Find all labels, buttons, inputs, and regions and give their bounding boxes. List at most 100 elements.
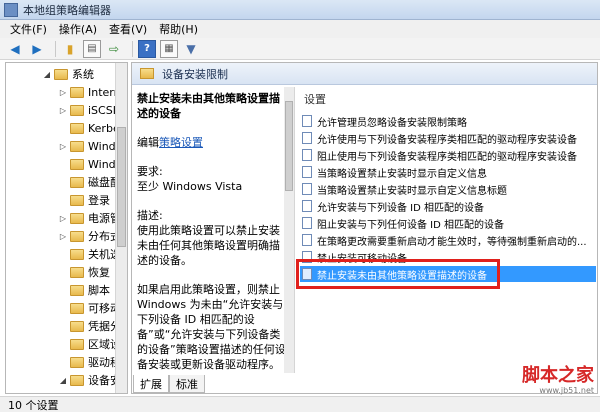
forward-icon[interactable]: ▶ — [28, 40, 46, 58]
folder-icon — [70, 122, 84, 134]
tree-item[interactable]: ▷ Intern — [58, 83, 121, 101]
requirements: 要求: 至少 Windows Vista — [137, 165, 243, 193]
list-item[interactable]: 阻止使用与下列设备安装程序类相匹配的驱动程序安装设备 — [300, 147, 596, 163]
expand-icon[interactable]: ◢ — [42, 70, 52, 79]
more-description: 如果启用此策略设置，则禁止 Windows 为未由“允许安装与下列设备 ID 相… — [137, 283, 286, 371]
status-text: 10 个设置 — [8, 398, 59, 412]
view-tabs: 扩展 标准 — [133, 375, 205, 393]
highlight-annotation — [296, 259, 500, 289]
folder-icon — [70, 356, 84, 368]
list-item[interactable]: 允许安装与下列设备 ID 相匹配的设备 — [300, 198, 596, 214]
tree-scrollbar[interactable] — [115, 63, 127, 393]
details-pane: 设备安装限制 禁止安装未由其他策略设置描述的设备 编辑策略设置 要求: 至少 Wi… — [131, 62, 598, 394]
folder-icon — [54, 68, 68, 80]
export-icon[interactable]: ⇨ — [105, 40, 123, 58]
list-item[interactable]: 阻止安装与下列任何设备 ID 相匹配的设备 — [300, 215, 596, 231]
toolbar-separator — [132, 40, 133, 57]
description: 描述: 使用此策略设置可以禁止安装未由任何其他策略设置明确描述的设备。 — [137, 209, 280, 267]
tree-item[interactable]: 可移动 — [58, 299, 121, 317]
tree-item[interactable]: Windo — [58, 155, 122, 173]
expand-icon[interactable]: ▷ — [58, 232, 68, 241]
folder-icon — [70, 338, 84, 350]
show-hide-tree-icon[interactable]: ▤ — [83, 39, 101, 58]
tree-item[interactable]: 恢复 — [58, 263, 110, 281]
tree-item[interactable]: Kerbe — [58, 119, 120, 137]
folder-icon — [70, 194, 84, 206]
tree-item[interactable]: ▷ Windo — [58, 137, 122, 155]
menu-help[interactable]: 帮助(H) — [153, 21, 204, 37]
description-scrollbar[interactable] — [284, 87, 294, 373]
policy-icon — [302, 132, 312, 144]
tree-item[interactable]: 磁盘配 — [58, 173, 121, 191]
folder-icon — [70, 86, 84, 98]
expand-icon[interactable]: ▷ — [58, 106, 68, 115]
toolbar: ◀ ▶ ▮ ▤ ⇨ ? ▦ ▼ — [0, 38, 600, 60]
folder-icon — [70, 158, 84, 170]
tree-item[interactable]: ◢ 系统 — [42, 65, 94, 83]
expand-icon[interactable]: ▷ — [58, 214, 68, 223]
app-icon — [4, 2, 18, 17]
watermark-url: www.jb51.net — [539, 386, 594, 395]
folder-up-icon[interactable]: ▮ — [61, 40, 79, 58]
folder-icon — [70, 212, 84, 224]
folder-icon — [70, 284, 84, 296]
folder-icon — [70, 374, 84, 386]
policy-icon — [302, 149, 312, 161]
tree-item[interactable]: ▷ 分布式 — [58, 227, 121, 245]
folder-icon — [70, 230, 84, 242]
status-bar: 10 个设置 — [0, 396, 600, 412]
tree-item[interactable]: 凭据分 — [58, 317, 121, 335]
policy-icon — [302, 217, 312, 229]
title-bar: 本地组策略编辑器 — [0, 0, 600, 20]
policy-icon — [302, 115, 312, 127]
tree-item[interactable]: 驱动程 — [58, 353, 121, 371]
view-icon[interactable]: ▦ — [160, 39, 178, 58]
menu-bar: 文件(F) 操作(A) 查看(V) 帮助(H) — [0, 20, 600, 38]
tab-extended[interactable]: 扩展 — [133, 375, 169, 393]
toolbar-separator — [55, 40, 56, 57]
folder-icon — [70, 320, 84, 332]
filter-icon[interactable]: ▼ — [182, 40, 200, 58]
list-item[interactable]: 在策略更改需要重新启动才能生效时，等待强制重新启动的... — [300, 232, 596, 248]
menu-view[interactable]: 查看(V) — [103, 21, 153, 37]
pane-header: 设备安装限制 — [132, 63, 597, 85]
menu-file[interactable]: 文件(F) — [4, 21, 53, 37]
expand-icon[interactable]: ◢ — [58, 376, 68, 385]
policy-icon — [302, 200, 312, 212]
tree-item[interactable]: ▷ 电源管 — [58, 209, 121, 227]
folder-icon — [86, 392, 100, 393]
list-item[interactable]: 允许使用与下列设备安装程序类相匹配的驱动程序安装设备 — [300, 130, 596, 146]
expand-icon[interactable]: ▷ — [58, 142, 68, 151]
list-item[interactable]: 允许管理员忽略设备安装限制策略 — [300, 113, 596, 129]
policy-icon — [302, 234, 312, 246]
tree-item[interactable]: 关机选 — [58, 245, 121, 263]
tree-item[interactable]: 登录 — [58, 191, 110, 209]
column-header-setting[interactable]: 设置 — [304, 91, 326, 107]
expand-icon[interactable]: ▷ — [58, 88, 68, 97]
list-item[interactable]: 当策略设置禁止安装时显示自定义信息 — [300, 164, 596, 180]
scroll-thumb[interactable] — [117, 127, 126, 247]
tree-item[interactable]: 区域设 — [58, 335, 121, 353]
folder-icon — [70, 104, 84, 116]
watermark: 脚本之家 www.jb51.net — [504, 365, 594, 396]
watermark-logo: 脚本之家 — [522, 365, 594, 386]
tree-item[interactable]: ▷ iSCSI — [58, 101, 116, 119]
navigation-tree: ◢ 系统 ▷ Intern ▷ iSCSI Kerbe ▷ Windo Windo 磁盘… — [5, 62, 128, 394]
scroll-thumb[interactable] — [285, 101, 293, 191]
tab-standard[interactable]: 标准 — [169, 375, 205, 393]
tree-item[interactable]: ◢ 设备安 — [58, 371, 121, 389]
folder-icon — [70, 266, 84, 278]
edit-policy-link[interactable]: 策略设置 — [159, 136, 203, 149]
menu-action[interactable]: 操作(A) — [53, 21, 103, 37]
list-item[interactable]: 当策略设置禁止安装时显示自定义信息标题 — [300, 181, 596, 197]
folder-icon — [70, 302, 84, 314]
folder-icon — [70, 248, 84, 260]
folder-icon — [70, 176, 84, 188]
policy-icon — [302, 166, 312, 178]
back-icon[interactable]: ◀ — [6, 40, 24, 58]
settings-list: 设置 允许管理员忽略设备安装限制策略 允许使用与下列设备安装程序类相匹配的驱动程… — [298, 87, 596, 373]
window-title: 本地组策略编辑器 — [23, 3, 111, 17]
tree-item[interactable]: 脚本 — [58, 281, 110, 299]
help-icon[interactable]: ? — [138, 39, 156, 58]
tree-item[interactable]: 设 — [74, 389, 115, 393]
